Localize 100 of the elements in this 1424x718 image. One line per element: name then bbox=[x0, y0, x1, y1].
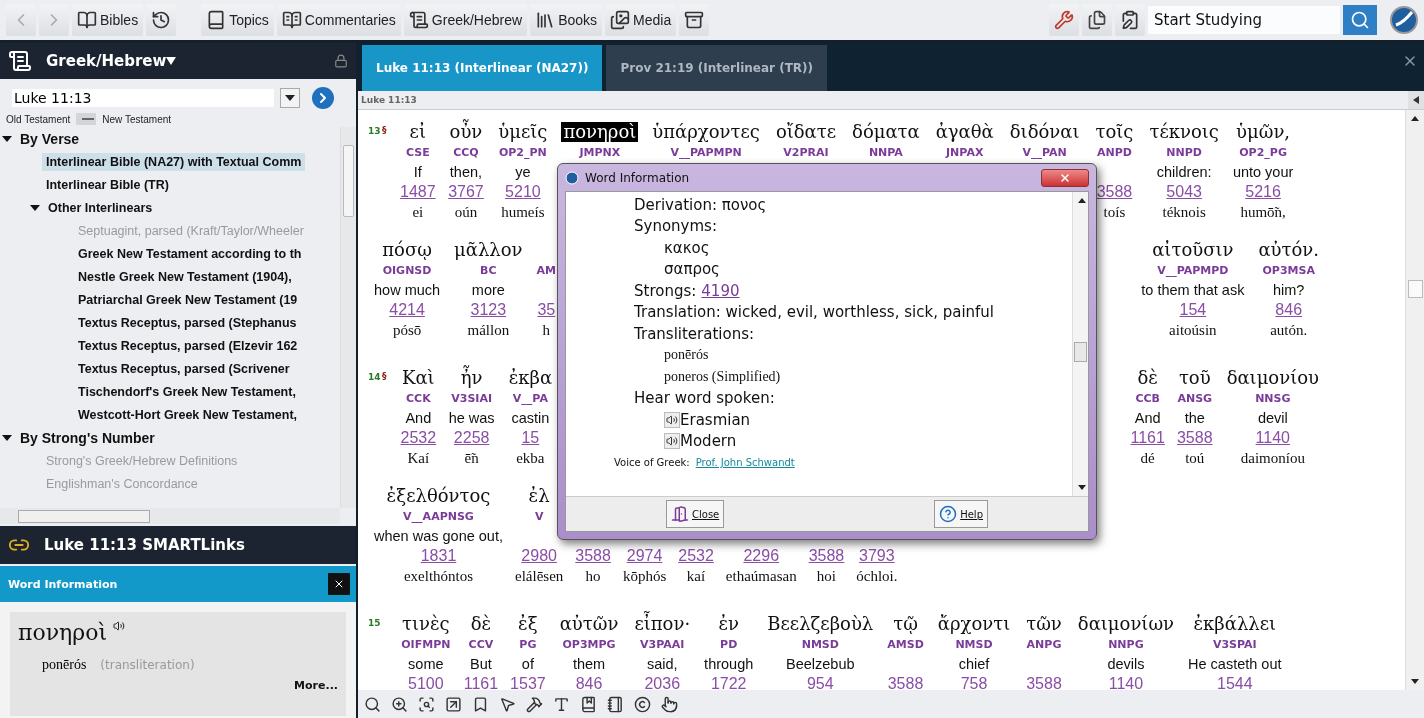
tab[interactable]: Prov 21:19 (Interlinear (TR)) bbox=[606, 45, 828, 91]
panel-title[interactable]: Greek/Hebrew bbox=[46, 52, 167, 70]
strongs-number-link[interactable]: 1537 bbox=[510, 675, 546, 690]
vertical-scrollbar[interactable] bbox=[1405, 110, 1424, 690]
strongs-number-link[interactable]: 3588 bbox=[887, 675, 924, 690]
greek-word[interactable]: τοῦ bbox=[1176, 368, 1213, 388]
greek-word[interactable]: ἐν bbox=[716, 614, 741, 634]
strongs-number-link[interactable]: 1831 bbox=[420, 547, 457, 565]
greek-word[interactable]: ἐλ bbox=[526, 486, 552, 506]
strongs-number-link[interactable]: 2980 bbox=[521, 547, 557, 565]
speaker-button[interactable] bbox=[664, 411, 680, 428]
strongs-number-link[interactable]: 846 bbox=[575, 675, 603, 690]
greek-word[interactable]: πόσῳ bbox=[380, 240, 434, 260]
greek-word[interactable]: δόματα bbox=[850, 122, 922, 142]
strongs-number-link[interactable]: 1140 bbox=[1108, 675, 1144, 690]
panel-toggle-button[interactable] bbox=[1408, 91, 1424, 109]
tree-item[interactable]: By Strong's Number bbox=[16, 428, 159, 447]
commentaries-button[interactable]: Commentaries bbox=[276, 4, 401, 36]
greek-word[interactable]: αὐτόν. bbox=[1256, 240, 1321, 260]
tree-item[interactable]: Textus Receptus, parsed (Elzevir 162 bbox=[74, 336, 302, 355]
scroll-thumb[interactable] bbox=[1074, 342, 1087, 362]
tree-item[interactable]: Interlinear Bible (TR) bbox=[42, 175, 173, 194]
tree-item[interactable]: Tischendorf's Greek New Testament, bbox=[74, 382, 300, 401]
scroll-thumb[interactable] bbox=[1408, 280, 1423, 298]
strongs-number-link[interactable]: 1140 bbox=[1255, 429, 1290, 447]
notes-button[interactable] bbox=[1115, 4, 1145, 36]
go-button[interactable] bbox=[312, 87, 334, 109]
tree-item[interactable]: Nestle Greek New Testament (1904), bbox=[74, 267, 296, 286]
tree-item[interactable]: Textus Receptus, parsed (Stephanus bbox=[74, 313, 301, 332]
scroll-thumb[interactable] bbox=[18, 510, 150, 523]
greek-word[interactable]: μᾶλλον bbox=[452, 240, 525, 260]
strongs-number-link[interactable]: 4214 bbox=[389, 301, 425, 319]
greek-word[interactable]: ἐξ bbox=[516, 614, 540, 634]
search-button[interactable] bbox=[1343, 5, 1377, 35]
strongs-number-link[interactable]: 2258 bbox=[453, 429, 490, 447]
bookmark-icon[interactable] bbox=[472, 695, 489, 713]
strongs-number-link[interactable]: 3123 bbox=[470, 301, 507, 319]
horizontal-scrollbar[interactable] bbox=[0, 508, 340, 524]
strongs-number-link[interactable]: 3588 bbox=[575, 547, 611, 565]
greek-word[interactable]: τέκνοις bbox=[1147, 122, 1221, 142]
books-button[interactable]: Books bbox=[530, 4, 603, 36]
media-button[interactable]: Media bbox=[605, 4, 677, 36]
greek-word[interactable]: τινὲς bbox=[400, 614, 452, 634]
strongs-number-link[interactable]: 1487 bbox=[400, 183, 436, 201]
tools-button[interactable] bbox=[1049, 4, 1079, 36]
strongs-number-link[interactable]: 154 bbox=[1179, 301, 1207, 319]
close-button[interactable]: Close bbox=[666, 500, 725, 528]
history-button[interactable] bbox=[146, 4, 177, 36]
greek-word[interactable]: ἄρχοντι bbox=[935, 614, 1013, 634]
greek-word[interactable]: δαιμονίων bbox=[1075, 614, 1177, 634]
reference-field[interactable]: Luke 11:13 bbox=[12, 89, 274, 107]
greek-hebrew-button[interactable]: Greek/Hebrew bbox=[403, 4, 528, 36]
greek-word[interactable]: τῶν bbox=[1024, 614, 1064, 634]
credit-link[interactable]: Prof. John Schwandt bbox=[695, 457, 795, 469]
copyright-icon[interactable] bbox=[634, 695, 651, 713]
greek-word[interactable]: Καὶ bbox=[400, 368, 437, 388]
pointer-icon[interactable] bbox=[661, 695, 678, 713]
strongs-number-link[interactable]: 2532 bbox=[400, 429, 437, 447]
strongs-number-link[interactable]: 2036 bbox=[644, 675, 681, 690]
search-icon[interactable] bbox=[364, 695, 381, 713]
testament-toggle[interactable] bbox=[76, 113, 97, 125]
strongs-number-link[interactable]: 2296 bbox=[743, 547, 780, 565]
strongs-number-link[interactable]: 3588 bbox=[1176, 429, 1213, 447]
layout-button[interactable] bbox=[679, 4, 710, 36]
greek-word[interactable]: ἐξελθόντος bbox=[384, 486, 493, 506]
close-button[interactable] bbox=[328, 573, 350, 595]
bibles-button[interactable]: Bibles bbox=[72, 4, 144, 36]
strongs-number-link[interactable]: 5100 bbox=[408, 675, 444, 690]
strongs-number-link[interactable]: 846 bbox=[1275, 301, 1303, 319]
greek-word[interactable]: δαιμονίου bbox=[1224, 368, 1321, 388]
dropdown-button[interactable] bbox=[280, 88, 300, 108]
tree-item[interactable]: Patriarchal Greek New Testament (19 bbox=[74, 290, 302, 309]
strongs-number-link[interactable]: 1161 bbox=[1130, 429, 1165, 447]
strongs-number-link[interactable]: 1722 bbox=[710, 675, 747, 690]
scan-icon[interactable] bbox=[418, 695, 435, 713]
tree-item[interactable]: Other Interlinears bbox=[44, 198, 157, 217]
strongs-number-link[interactable]: 758 bbox=[960, 675, 988, 690]
strongs-number-link[interactable]: 2974 bbox=[626, 547, 663, 565]
strongs-link[interactable]: 4190 bbox=[701, 281, 740, 300]
greek-word[interactable]: Βεελζεβοὺλ bbox=[765, 614, 876, 634]
search-field[interactable]: Start Studying bbox=[1148, 6, 1340, 34]
greek-word[interactable]: δὲ bbox=[1135, 368, 1160, 388]
strongs-number-link[interactable]: 954 bbox=[806, 675, 834, 690]
greek-word[interactable]: ὑμῶν, bbox=[1234, 122, 1293, 142]
greek-word[interactable]: τοῖς bbox=[1093, 122, 1136, 142]
copy-button[interactable] bbox=[1082, 4, 1112, 36]
strongs-number-link[interactable]: 2532 bbox=[678, 547, 714, 565]
scroll-thumb[interactable] bbox=[343, 145, 354, 217]
greek-word[interactable]: ὑμεῖς bbox=[496, 122, 550, 142]
logo-icon[interactable] bbox=[1390, 6, 1418, 34]
greek-word[interactable]: τῷ bbox=[891, 614, 920, 634]
arrow-square-icon[interactable] bbox=[445, 695, 462, 713]
strongs-number-link[interactable]: 3588 bbox=[808, 547, 845, 565]
greek-word[interactable]: ἐκβα bbox=[506, 368, 555, 388]
greek-word[interactable]: εἰ bbox=[407, 122, 428, 142]
greek-word[interactable]: διδόναι bbox=[1007, 122, 1082, 142]
strongs-number-link[interactable]: 1544 bbox=[1217, 675, 1253, 690]
tree-item[interactable]: By Verse bbox=[16, 129, 84, 148]
strongs-number-link[interactable]: 1161 bbox=[463, 675, 499, 690]
vertical-scrollbar[interactable] bbox=[340, 127, 356, 508]
